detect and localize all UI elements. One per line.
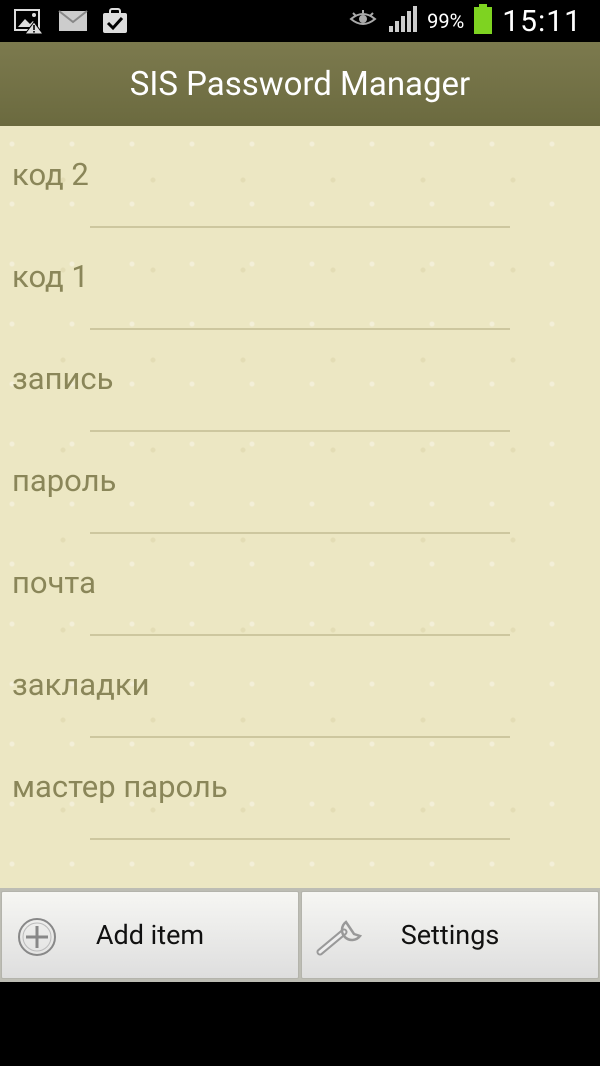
email-icon: [58, 10, 88, 36]
list-item-label: мастер пароль: [12, 768, 228, 805]
battery-percent: 99%: [427, 9, 465, 33]
eye-icon: [349, 9, 377, 33]
add-item-button[interactable]: Add item: [1, 891, 299, 979]
settings-label: Settings: [400, 919, 500, 951]
notification-icons: [14, 8, 130, 38]
settings-button[interactable]: Settings: [301, 891, 599, 979]
list-item[interactable]: код 1: [0, 228, 600, 330]
signal-icon: [387, 6, 418, 36]
add-item-label: Add item: [95, 919, 205, 951]
system-status: 99% 15:11: [349, 0, 582, 42]
list-item-label: код 1: [12, 258, 89, 295]
clock: 15:11: [502, 3, 582, 39]
list-item[interactable]: код 2: [0, 126, 600, 228]
status-bar: 99% 15:11: [0, 0, 600, 42]
list-item[interactable]: мастер пароль: [0, 738, 600, 840]
password-list[interactable]: код 2 код 1 запись пароль почта закладки…: [0, 126, 600, 888]
wrench-icon: [316, 916, 368, 962]
app-bar: SIS Password Manager: [0, 42, 600, 127]
battery-icon: [474, 4, 493, 38]
list-item-label: код 2: [12, 156, 89, 193]
checkbox-icon: [102, 8, 130, 38]
list-item-label: пароль: [12, 462, 117, 499]
list-item-label: закладки: [12, 666, 150, 703]
list-item[interactable]: закладки: [0, 636, 600, 738]
list-item[interactable]: почта: [0, 534, 600, 636]
app-title: SIS Password Manager: [129, 64, 471, 104]
list-item-label: запись: [12, 360, 114, 397]
list-divider: [90, 838, 510, 840]
list-item[interactable]: запись: [0, 330, 600, 432]
system-nav-area: [0, 982, 600, 1066]
gallery-alert-icon: [14, 8, 44, 38]
list-item[interactable]: пароль: [0, 432, 600, 534]
add-circle-icon: [16, 916, 58, 962]
list-item-label: почта: [12, 564, 96, 601]
bottom-action-bar: Add item Settings: [0, 888, 600, 982]
